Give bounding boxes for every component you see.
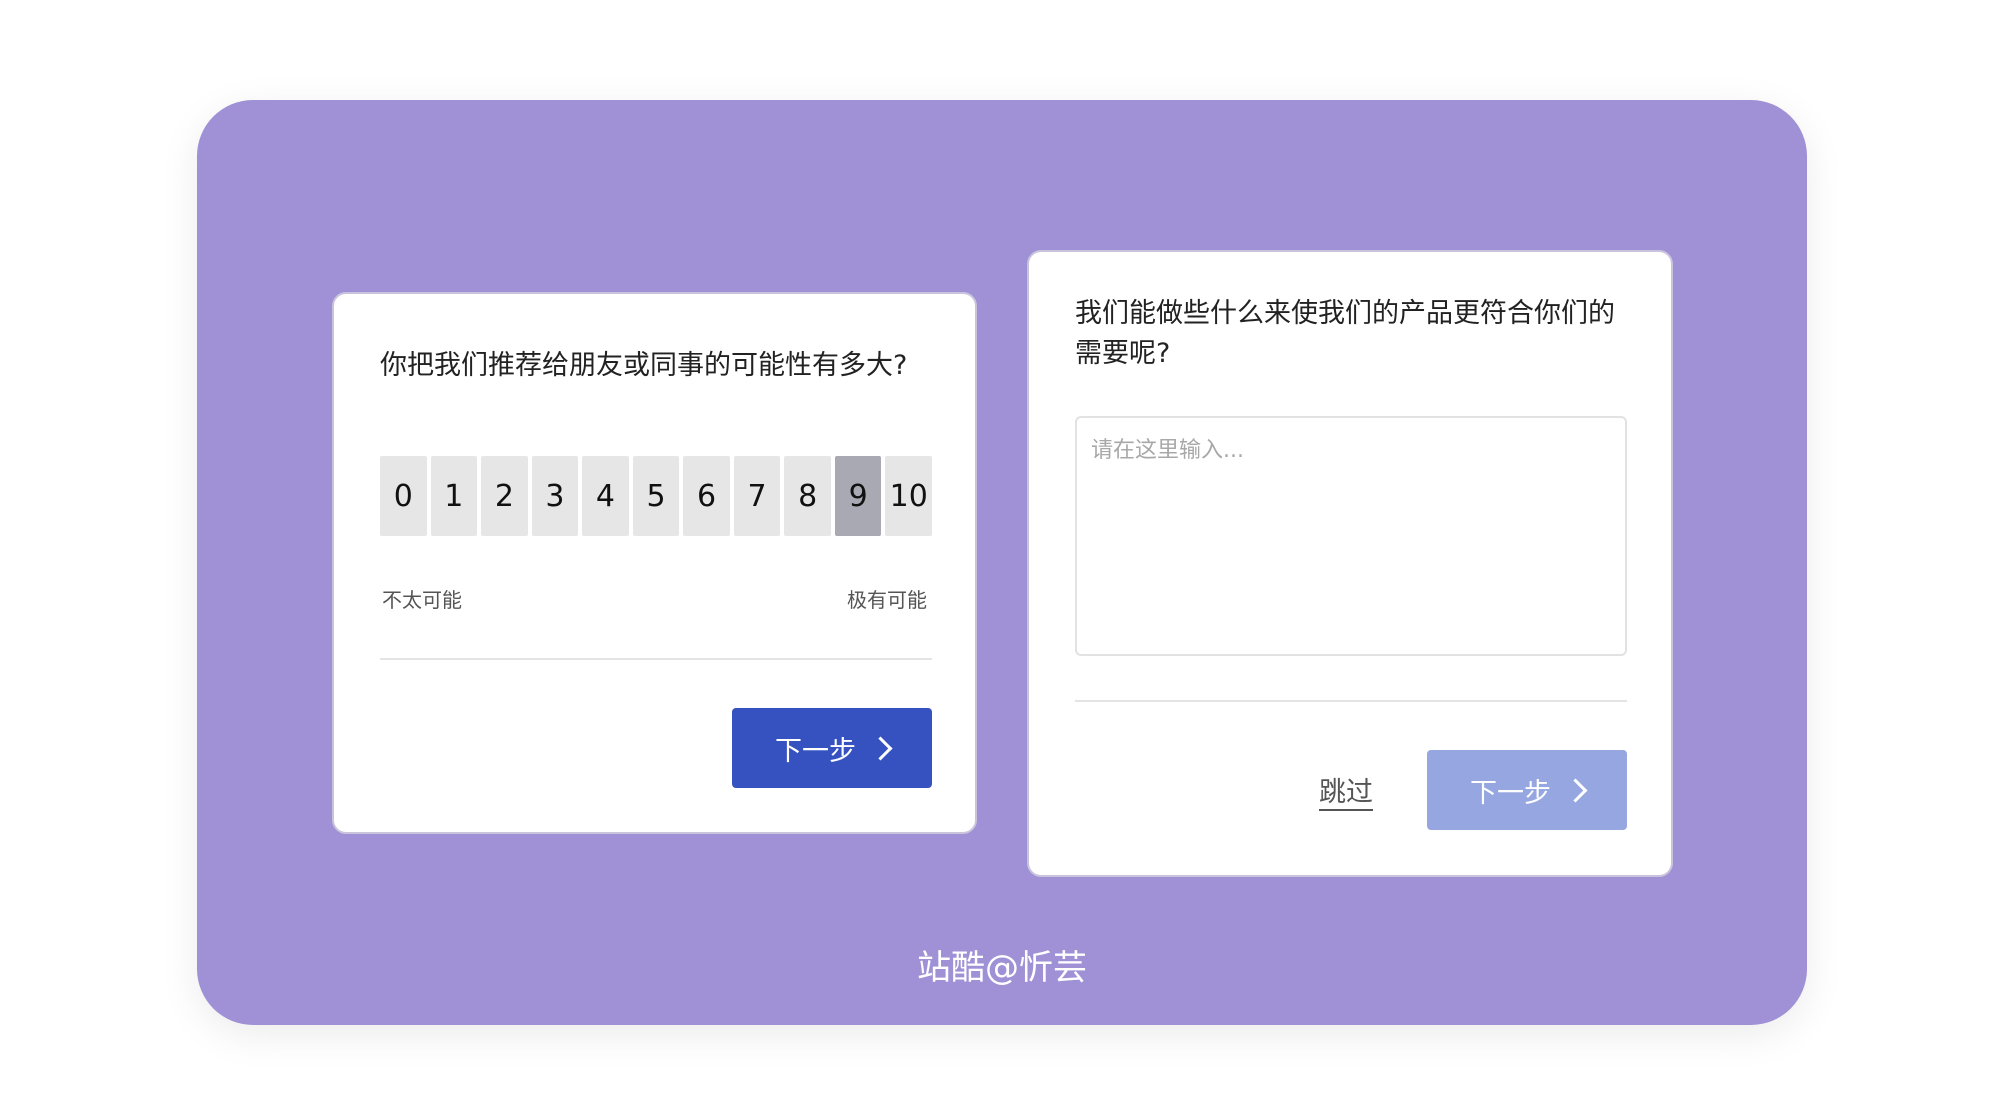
background-panel: 你把我们推荐给朋友或同事的可能性有多大? 0 1 2 3 4 5 6 7 8 9… bbox=[197, 100, 1807, 1025]
scale-option-7[interactable]: 7 bbox=[733, 456, 781, 536]
card-divider bbox=[380, 658, 932, 660]
scale-option-3[interactable]: 3 bbox=[531, 456, 579, 536]
next-button-disabled[interactable]: 下一步 bbox=[1427, 750, 1627, 830]
nps-survey-card: 你把我们推荐给朋友或同事的可能性有多大? 0 1 2 3 4 5 6 7 8 9… bbox=[332, 292, 977, 834]
scale-option-5[interactable]: 5 bbox=[632, 456, 680, 536]
scale-option-6[interactable]: 6 bbox=[683, 456, 730, 536]
scale-option-8[interactable]: 8 bbox=[784, 456, 831, 536]
scale-low-label: 不太可能 bbox=[382, 588, 462, 612]
card-divider bbox=[1075, 700, 1627, 702]
nps-scale: 0 1 2 3 4 5 6 7 8 9 10 bbox=[380, 456, 933, 536]
feedback-survey-card: 我们能做些什么来使我们的产品更符合你们的需要呢? 跳过 下一步 bbox=[1027, 250, 1673, 877]
feedback-question: 我们能做些什么来使我们的产品更符合你们的需要呢? bbox=[1075, 298, 1615, 369]
scale-option-4[interactable]: 4 bbox=[582, 456, 629, 536]
next-button-label: 下一步 bbox=[775, 735, 856, 767]
watermark: 站酷@忻芸 bbox=[917, 948, 1087, 988]
scale-option-1[interactable]: 1 bbox=[430, 456, 478, 536]
chevron-right-icon bbox=[868, 735, 893, 761]
scale-high-label: 极有可能 bbox=[847, 588, 927, 612]
next-button[interactable]: 下一步 bbox=[732, 708, 932, 788]
skip-link[interactable]: 跳过 bbox=[1319, 770, 1373, 809]
nps-question: 你把我们推荐给朋友或同事的可能性有多大? bbox=[380, 350, 908, 381]
scale-option-0[interactable]: 0 bbox=[380, 456, 427, 536]
scale-option-9[interactable]: 9 bbox=[834, 456, 882, 536]
next-button-label: 下一步 bbox=[1470, 777, 1551, 809]
feedback-input[interactable] bbox=[1075, 416, 1627, 656]
scale-option-10[interactable]: 10 bbox=[885, 456, 933, 536]
chevron-right-icon bbox=[1563, 777, 1588, 803]
scale-option-2[interactable]: 2 bbox=[481, 456, 528, 536]
